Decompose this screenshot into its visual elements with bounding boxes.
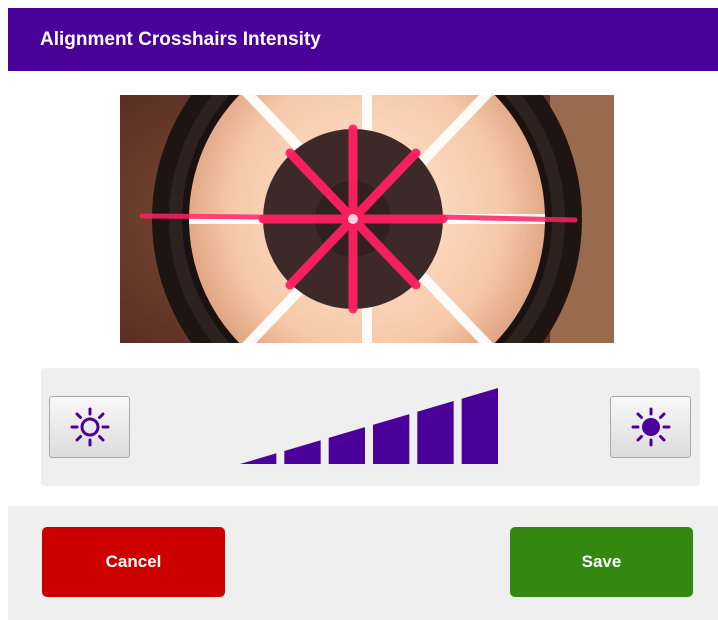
intensity-level-bar [461, 388, 498, 464]
dialog-title: Alignment Crosshairs Intensity [40, 28, 321, 50]
sun-outline-icon [70, 407, 109, 447]
crosshair-camera-image [120, 95, 614, 343]
intensity-level-bar [417, 401, 454, 464]
save-button[interactable]: Save [510, 527, 693, 597]
intensity-level-bar [284, 440, 321, 464]
intensity-level-bar [328, 427, 365, 464]
increase-intensity-button[interactable] [610, 396, 691, 458]
dialog-header: Alignment Crosshairs Intensity [8, 8, 718, 71]
sun-filled-icon [631, 407, 670, 447]
cancel-button[interactable]: Cancel [42, 527, 225, 597]
decrease-intensity-button[interactable] [49, 396, 130, 458]
intensity-panel [41, 368, 700, 486]
intensity-level-bar [240, 453, 277, 464]
dialog-footer: Cancel Save [8, 506, 718, 620]
camera-view-image [120, 95, 614, 343]
intensity-level-indicator [240, 388, 498, 464]
crosshairs-intensity-dialog: Alignment Crosshairs Intensity Cancel Sa… [8, 8, 718, 620]
intensity-level-bar [373, 414, 410, 464]
